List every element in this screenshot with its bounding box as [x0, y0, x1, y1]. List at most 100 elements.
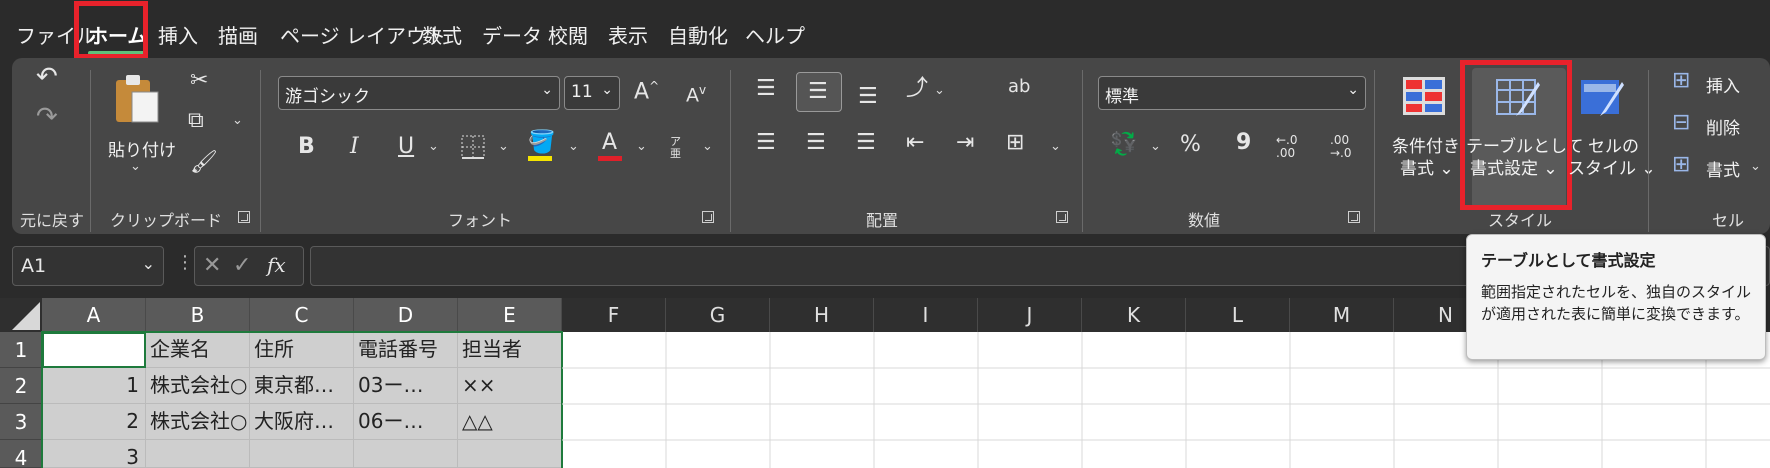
cell-a4[interactable]: 3	[42, 440, 146, 468]
format-painter-icon[interactable]: 🖌	[190, 152, 218, 174]
paste-icon[interactable]	[108, 70, 164, 126]
cell-e1[interactable]: 担当者	[458, 332, 562, 368]
shrink-font-icon[interactable]: Av	[686, 84, 706, 105]
align-center-icon[interactable]: ☰	[806, 132, 826, 154]
align-left-icon[interactable]: ☰	[756, 132, 776, 154]
column-header-i[interactable]: I	[874, 298, 978, 332]
cell-b1[interactable]: 企業名	[146, 332, 250, 368]
tab-data[interactable]: データ	[482, 20, 542, 49]
tab-help[interactable]: ヘルプ	[745, 20, 805, 49]
tab-formulas[interactable]: 数式	[422, 20, 462, 49]
cell-b2[interactable]: 株式会社○	[146, 368, 250, 404]
undo-icon[interactable]: ↶	[36, 64, 58, 90]
row-header-4[interactable]: 4	[0, 440, 42, 468]
align-middle-button[interactable]: ☰	[796, 72, 842, 112]
column-header-m[interactable]: M	[1290, 298, 1394, 332]
comma-button[interactable]: 9	[1236, 132, 1251, 154]
cell-a2[interactable]: 1	[42, 368, 146, 404]
delete-cells-label[interactable]: 削除	[1706, 114, 1740, 139]
italic-button[interactable]: I	[350, 136, 359, 158]
cell-b4[interactable]	[146, 440, 250, 468]
column-header-j[interactable]: J	[978, 298, 1082, 332]
bold-button[interactable]: B	[298, 136, 315, 158]
tab-insert[interactable]: 挿入	[158, 20, 198, 49]
row-header-1[interactable]: 1	[0, 332, 42, 368]
redo-icon[interactable]: ↷	[36, 104, 58, 130]
font-color-chevron-icon[interactable]: ⌄	[636, 140, 647, 153]
underline-button[interactable]: U	[398, 136, 414, 158]
column-header-g[interactable]: G	[666, 298, 770, 332]
copy-icon[interactable]: ⧉	[188, 110, 204, 132]
column-header-h[interactable]: H	[770, 298, 874, 332]
insert-cells-label[interactable]: 挿入	[1706, 72, 1740, 97]
insert-function-button[interactable]: fx	[267, 255, 286, 275]
cell-d2[interactable]: 03ー…	[354, 368, 458, 404]
tab-draw[interactable]: 描画	[218, 20, 258, 49]
delete-cells-icon[interactable]: ⊟	[1672, 112, 1690, 134]
cell-e2[interactable]: ××	[458, 368, 562, 404]
cell-c4[interactable]	[250, 440, 354, 468]
decrease-indent-icon[interactable]: ⇤	[906, 132, 924, 154]
cut-icon[interactable]: ✂	[190, 70, 208, 92]
border-icon[interactable]	[460, 134, 486, 160]
cell-styles-label-2[interactable]: スタイル ⌄	[1568, 154, 1656, 179]
font-launcher-icon[interactable]	[702, 211, 714, 223]
cell-a3[interactable]: 2	[42, 404, 146, 440]
align-right-icon[interactable]: ☰	[856, 132, 876, 154]
accounting-format-icon[interactable]: 💱	[1110, 134, 1137, 156]
fill-chevron-icon[interactable]: ⌄	[568, 140, 579, 153]
phonetic-icon[interactable]: ア亜	[670, 136, 690, 160]
format-cells-label[interactable]: 書式	[1706, 156, 1740, 181]
column-header-d[interactable]: D	[354, 298, 458, 332]
column-header-e[interactable]: E	[458, 298, 562, 332]
increase-decimal-icon[interactable]: ←.0 .00	[1276, 134, 1308, 160]
paste-label[interactable]: 貼り付け	[108, 136, 176, 161]
alignment-launcher-icon[interactable]	[1056, 211, 1068, 223]
orientation-icon[interactable]: ⤴	[906, 78, 928, 100]
percent-button[interactable]: %	[1180, 134, 1201, 156]
accounting-chevron-icon[interactable]: ⌄	[1150, 140, 1161, 153]
cancel-icon[interactable]: ✕	[203, 255, 221, 277]
orientation-chevron-icon[interactable]: ⌄	[934, 84, 945, 97]
clipboard-launcher-icon[interactable]	[238, 211, 250, 223]
cell-e3[interactable]: △△	[458, 404, 562, 440]
format-cells-icon[interactable]: ⊞	[1672, 154, 1690, 176]
row-header-3[interactable]: 3	[0, 404, 42, 440]
column-header-c[interactable]: C	[250, 298, 354, 332]
conditional-formatting-label-2[interactable]: 書式 ⌄	[1400, 154, 1454, 179]
column-header-b[interactable]: B	[146, 298, 250, 332]
tab-automate[interactable]: 自動化	[668, 20, 728, 49]
grow-font-icon[interactable]: A^	[634, 80, 659, 103]
cell-c1[interactable]: 住所	[250, 332, 354, 368]
cell-d3[interactable]: 06ー…	[354, 404, 458, 440]
tab-review[interactable]: 校閲	[548, 20, 588, 49]
more-options-icon[interactable]: ⋮	[176, 254, 194, 272]
wrap-text-icon[interactable]: ab	[1008, 78, 1030, 96]
cell-d4[interactable]	[354, 440, 458, 468]
row-header-2[interactable]: 2	[0, 368, 42, 404]
paste-chevron-icon[interactable]: ⌄	[130, 160, 141, 173]
phonetic-chevron-icon[interactable]: ⌄	[702, 140, 713, 153]
conditional-formatting-icon[interactable]	[1402, 76, 1446, 116]
select-all-button[interactable]	[0, 298, 42, 332]
cell-styles-icon[interactable]	[1580, 76, 1624, 120]
increase-indent-icon[interactable]: ⇥	[956, 132, 974, 154]
copy-chevron-icon[interactable]: ⌄	[232, 114, 243, 127]
format-cells-chevron-icon[interactable]: ⌄	[1750, 160, 1761, 173]
column-header-f[interactable]: F	[562, 298, 666, 332]
number-format-select[interactable]: 標準 ⌄	[1098, 76, 1366, 110]
name-box[interactable]: A1 ⌄	[12, 246, 164, 286]
cell-a1[interactable]	[42, 332, 146, 368]
cell-d1[interactable]: 電話番号	[354, 332, 458, 368]
border-chevron-icon[interactable]: ⌄	[498, 140, 509, 153]
enter-icon[interactable]: ✓	[233, 255, 251, 277]
cell-b3[interactable]: 株式会社○	[146, 404, 250, 440]
align-bottom-icon[interactable]: ☰	[858, 86, 878, 108]
underline-chevron-icon[interactable]: ⌄	[428, 140, 439, 153]
cell-e4[interactable]	[458, 440, 562, 468]
tab-view[interactable]: 表示	[608, 20, 648, 49]
fill-color-icon[interactable]: 🪣	[528, 132, 555, 154]
merge-chevron-icon[interactable]: ⌄	[1050, 140, 1061, 153]
column-header-k[interactable]: K	[1082, 298, 1186, 332]
decrease-decimal-icon[interactable]: .00 →.0	[1330, 134, 1362, 160]
